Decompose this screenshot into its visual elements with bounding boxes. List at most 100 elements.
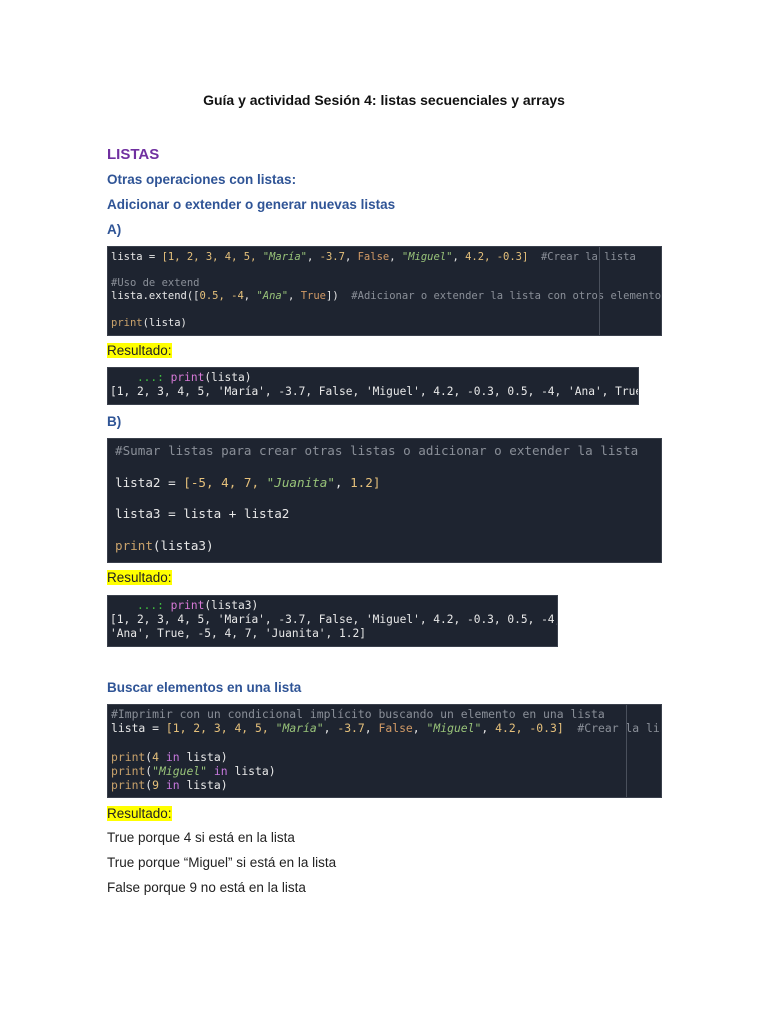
code-token: print [170,371,205,384]
code-token: lista = [111,251,162,263]
code-token: lista) [234,764,276,778]
code-token: [1, 2, 3, 4, 5, [165,721,276,736]
code-token: print [111,764,146,778]
subheading-otras-operaciones: Otras operaciones con listas: [107,172,297,187]
code-token: in [159,778,187,793]
code-token: "María" [262,251,307,263]
code-token: -3.7 [319,251,345,263]
code-token: lista3 = lista + lista2 [115,506,290,521]
code-token: , [389,251,402,263]
code-token: lista) [186,749,228,764]
code-line: print(lista) [111,317,658,330]
result-label: Resultado: [107,570,172,585]
code-token: , [307,251,320,263]
code-token: "Ana" [256,290,289,303]
code-token: #Crear la lista [577,721,661,736]
code-token: 'Ana', True, -5, 4, 7, 'Juanita', 1.2] [110,627,366,640]
code-token: in [207,764,235,778]
code-line: lista2 = [-5, 4, 7, "Juanita", 1.2] [115,475,654,491]
code-line: #Uso de extend [111,277,658,290]
code-line: lista.extend([0.5, -4, "Ana", True]) #Ad… [111,290,661,303]
section-heading: LISTAS [107,146,160,163]
code-token: , [364,721,379,736]
code-token: , [481,721,496,736]
code-line: 'Ana', True, -5, 4, 7, 'Juanita', 1.2] [110,626,555,640]
code-block-buscar: #Imprimir con un condicional implícito b… [107,704,662,798]
code-token: (lista) [142,316,187,329]
code-token: 1.2] [350,474,381,490]
code-token: #Crear la lista [528,251,636,263]
code-token: #Uso de extend [111,277,200,290]
code-token: [1, 2, 3, 4, 5, 'María', -3.7, False, 'M… [110,385,639,398]
code-token: (lista3) [204,599,259,612]
code-token: ]) [326,290,339,303]
code-token: "Miguel" [401,251,453,263]
code-line: print("Miguel" in lista) [111,764,658,778]
code-token: "María" [275,721,324,736]
code-line: ...: print(lista3) [110,598,555,612]
code-token: True [300,290,326,303]
output-block-extend: ...: print(lista) [1, 2, 3, 4, 5, 'María'… [107,367,639,405]
code-token: (lista3) [152,537,214,553]
code-line: [1, 2, 3, 4, 5, 'María', -3.7, False, 'M… [110,612,557,626]
code-token: print [111,749,146,764]
result-line-2: True porque “Miguel” si está en la lista [107,855,337,870]
code-token: lista2 = [115,474,184,490]
code-token: , [344,251,358,263]
code-token: lista.extend([ [111,290,200,303]
code-token: 4.2, -0.3] [495,721,564,736]
code-token: 4.2, -0.3] [465,251,529,263]
code-token: , [452,251,466,263]
code-line: print(9 in lista) [111,778,658,792]
result-line-1: True porque 4 si está en la lista [107,830,295,845]
result-label-c: Resultado: [107,806,172,821]
code-token: print [115,537,153,553]
code-token: lista = [111,721,166,736]
code-token: "Miguel" [426,721,482,736]
code-token: (lista) [204,371,252,384]
code-token: -3.7 [337,721,365,736]
code-token: lista) [186,778,228,793]
result-label-a: Resultado: [107,343,172,358]
subheading-adicionar: Adicionar o extender o generar nuevas li… [107,197,396,212]
code-token: "Juanita" [266,474,335,490]
code-token: ...: [110,371,171,384]
code-token: 0.5, -4 [199,290,244,303]
result-label: Resultado: [107,806,172,821]
code-token: #Sumar listas para crear otras listas o … [115,443,639,458]
code-token: , [243,290,257,303]
code-token: in [159,749,187,764]
code-token: 4 [152,749,160,764]
code-token: , [288,290,301,303]
code-token: "Miguel" [152,764,208,778]
label-a: A) [107,222,122,237]
code-block-sumar: #Sumar listas para crear otras listas o … [107,438,662,563]
code-token: False [378,721,413,736]
code-token: False [357,251,390,263]
code-token: print [170,599,205,612]
code-token: , [412,721,427,736]
subheading-buscar: Buscar elementos en una lista [107,680,302,695]
code-block-extend: lista = [1, 2, 3, 4, 5, "María", -3.7, F… [107,246,662,336]
code-line: lista3 = lista + lista2 [115,506,654,522]
code-token: , [334,474,351,490]
result-line-3: False porque 9 no está en la lista [107,880,306,895]
result-label: Resultado: [107,343,172,358]
code-line: print(lista3) [115,538,654,554]
output-block-sumar: ...: print(lista3) [1, 2, 3, 4, 5, 'María… [107,595,558,647]
code-token: ...: [110,599,171,612]
code-line: #Imprimir con un condicional implícito b… [111,707,658,721]
code-line: [1, 2, 3, 4, 5, 'María', -3.7, False, 'M… [110,384,639,398]
code-token: [-5, 4, 7, [183,474,267,490]
code-line: lista = [1, 2, 3, 4, 5, "María", -3.7, F… [111,251,658,264]
code-line: #Sumar listas para crear otras listas o … [115,443,654,459]
code-token: 1, 2, 3, 4, 5, [167,251,263,263]
code-token: #Imprimir con un condicional implícito b… [111,707,605,721]
result-label-b: Resultado: [107,570,172,585]
